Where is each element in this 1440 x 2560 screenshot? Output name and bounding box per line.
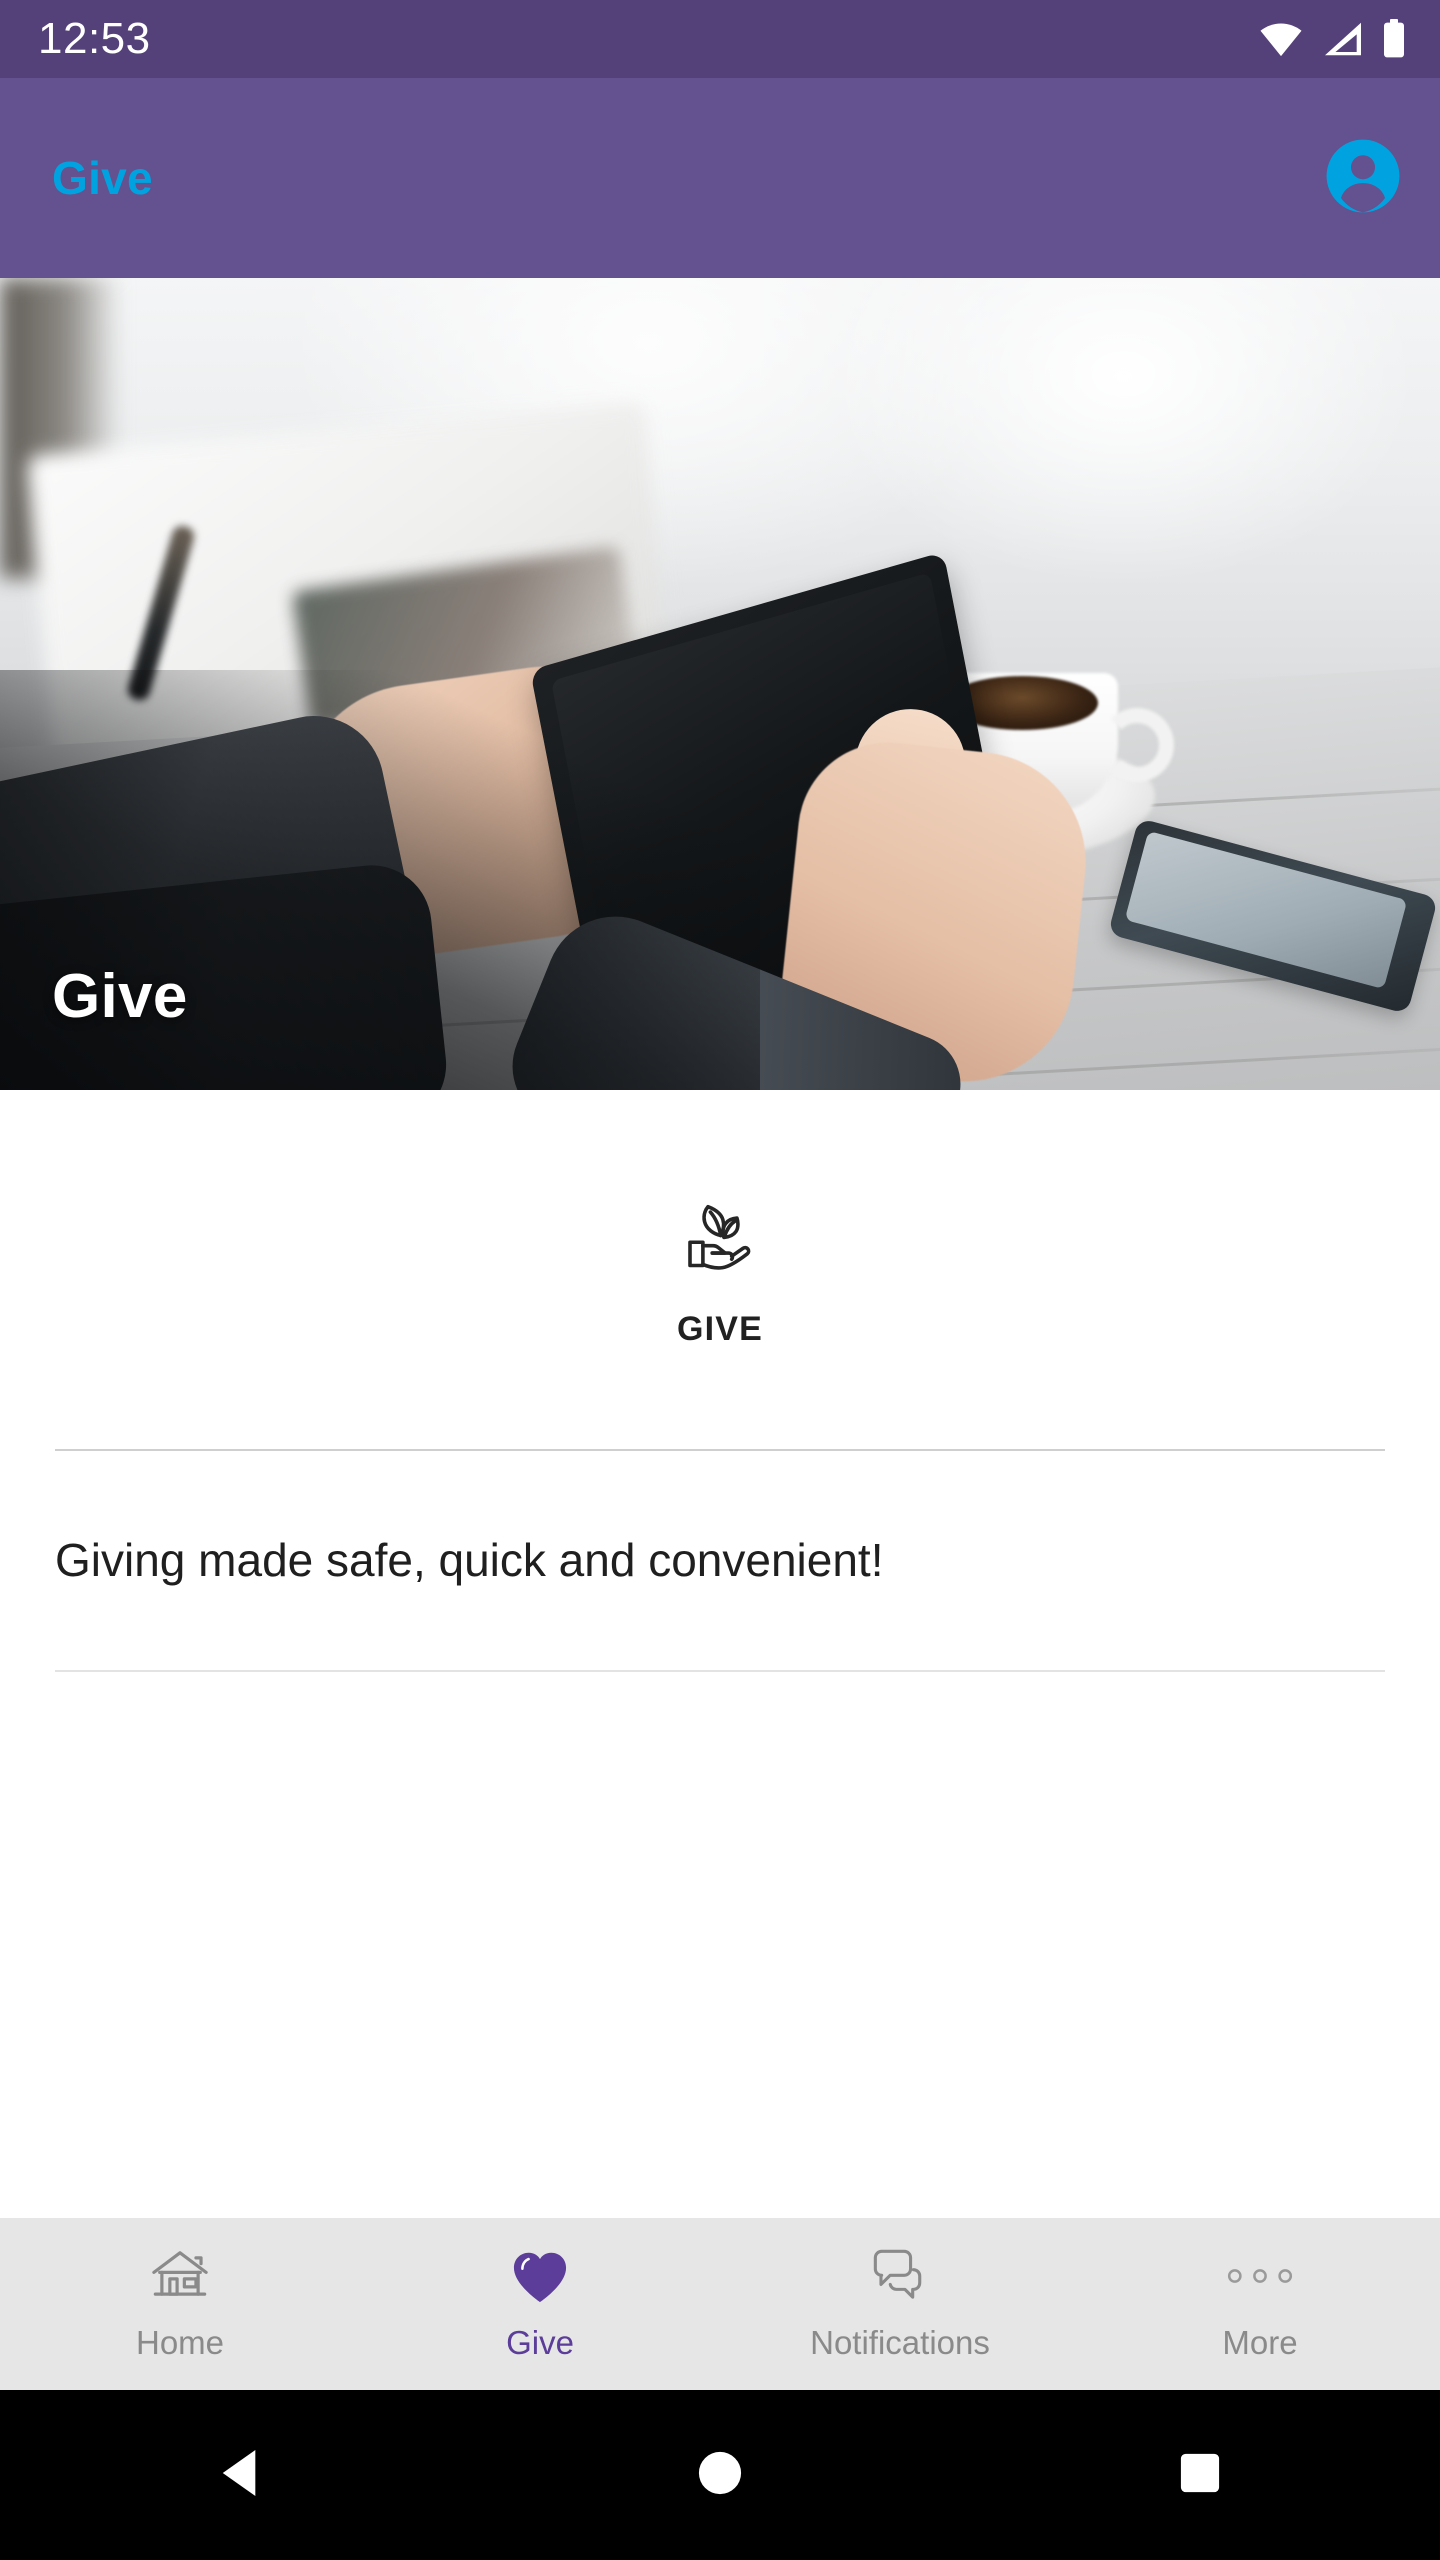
heart-icon xyxy=(509,2242,571,2310)
home-button[interactable] xyxy=(660,2415,780,2535)
nav-item-give[interactable]: Give xyxy=(360,2242,720,2359)
app-screen: 12:53 Give Give GIVE Giving made safe, q… xyxy=(0,0,1440,2560)
status-bar-icons xyxy=(1258,19,1406,59)
nav-item-more[interactable]: More xyxy=(1080,2242,1440,2359)
tagline-text: Giving made safe, quick and convenient! xyxy=(55,1534,884,1586)
house-icon xyxy=(148,2242,212,2310)
battery-icon xyxy=(1382,19,1406,59)
status-bar-clock: 12:53 xyxy=(38,14,151,63)
speech-bubbles-icon xyxy=(869,2242,931,2310)
give-tile[interactable]: GIVE xyxy=(0,1090,1440,1349)
nav-label-more: More xyxy=(1222,2324,1298,2361)
give-tile-label: GIVE xyxy=(676,1310,764,1348)
account-avatar-button[interactable] xyxy=(1322,137,1404,219)
triangle-left-icon xyxy=(217,2448,263,2503)
status-bar: 12:53 xyxy=(0,0,1440,78)
divider-below-tagline xyxy=(55,1669,1385,1672)
three-dots-icon xyxy=(1225,2242,1295,2310)
app-bar: Give xyxy=(0,78,1440,278)
hero-title: Give xyxy=(52,962,188,1031)
nav-item-home[interactable]: Home xyxy=(0,2242,360,2359)
wifi-icon xyxy=(1258,21,1304,57)
square-icon xyxy=(1179,2452,1221,2499)
nav-item-notifications[interactable]: Notifications xyxy=(720,2242,1080,2359)
app-bar-title: Give xyxy=(52,152,153,204)
android-system-bar xyxy=(0,2390,1440,2560)
circle-icon xyxy=(697,2450,743,2501)
hero-banner: Give xyxy=(0,278,1440,1090)
cellular-signal-icon xyxy=(1322,21,1364,57)
nav-label-give: Give xyxy=(506,2324,574,2361)
account-avatar-icon xyxy=(1325,138,1401,219)
hero-image xyxy=(0,278,1440,1090)
back-button[interactable] xyxy=(180,2415,300,2535)
bottom-navigation: Home Give Notifications More xyxy=(0,2218,1440,2390)
nav-label-notifications: Notifications xyxy=(810,2324,990,2361)
main-content: GIVE Giving made safe, quick and conveni… xyxy=(0,1090,1440,2218)
recents-button[interactable] xyxy=(1140,2415,1260,2535)
nav-label-home: Home xyxy=(135,2324,225,2361)
hand-holding-plant-icon xyxy=(675,1195,765,1278)
